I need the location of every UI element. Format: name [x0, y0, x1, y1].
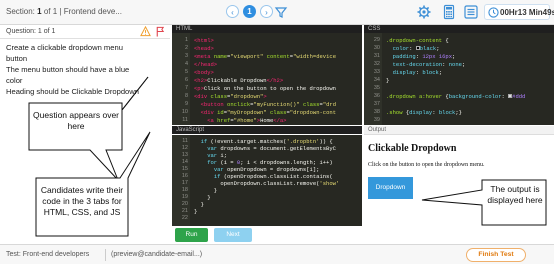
finish-test-button[interactable]: Finish Test — [466, 248, 526, 262]
question-callout-text: Question appears over here — [33, 110, 119, 131]
callout-shapes — [28, 76, 547, 237]
next-button[interactable]: Next — [214, 228, 252, 242]
candidate-email: (preview@candidate-email...) — [111, 251, 203, 258]
divider — [105, 249, 106, 261]
bottom-bar: Test: Front-end developers (preview@cand… — [0, 244, 554, 264]
output-callout-text: The output is displayed here — [487, 184, 543, 205]
candidates-callout-text: Candidates write their code in the 3 tab… — [40, 185, 124, 217]
run-button[interactable]: Run — [175, 228, 208, 242]
test-name: Test: Front-end developers — [6, 251, 90, 258]
